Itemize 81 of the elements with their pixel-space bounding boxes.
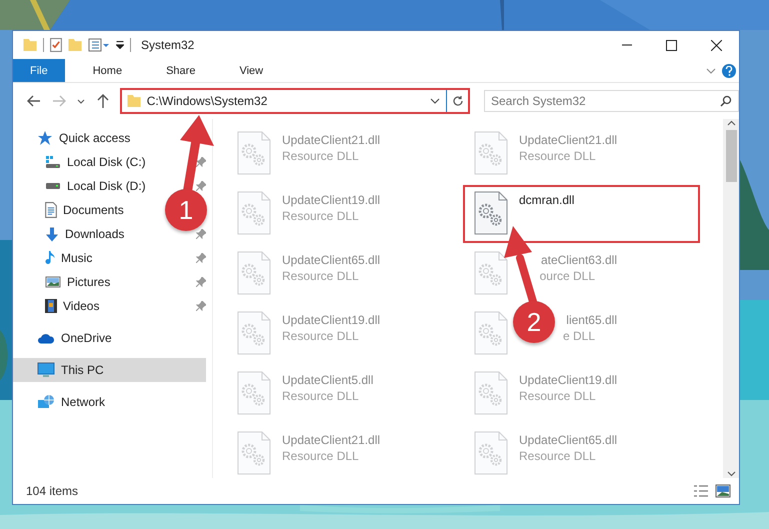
refresh-icon[interactable] [452, 95, 464, 107]
film-icon [45, 299, 57, 313]
file-gear-icon [236, 251, 272, 295]
file-gear-icon [236, 311, 272, 355]
file-type: Resource DLL [282, 449, 359, 463]
nav-item[interactable]: Downloads [65, 227, 124, 241]
nav-item[interactable]: Quick access [59, 131, 130, 145]
file-type: Resource DLL [282, 149, 359, 163]
ribbon-tab[interactable]: Share [152, 59, 210, 82]
file-type: Resource DLL [282, 329, 359, 343]
star-icon [37, 130, 53, 146]
pin-icon[interactable] [196, 253, 206, 263]
file-name[interactable]: dcmran.dll [519, 193, 574, 207]
file-gear-icon [473, 251, 509, 295]
file-type: ource DLL [540, 269, 595, 283]
maximize-icon[interactable] [666, 40, 677, 50]
monitor-icon [37, 362, 55, 378]
item-count: 104 items [26, 484, 78, 498]
drive-icon [45, 155, 61, 169]
file-type: Resource DLL [519, 149, 596, 163]
nav-item[interactable]: Videos [63, 299, 100, 313]
nav-item[interactable]: Pictures [67, 275, 110, 289]
scroll-thumb[interactable] [726, 130, 736, 182]
file-type: Resource DLL [282, 269, 359, 283]
close-icon[interactable] [711, 40, 722, 50]
document-icon [45, 202, 57, 218]
dropdown-icon[interactable] [116, 41, 124, 49]
nav-item[interactable]: OneDrive [61, 331, 112, 345]
minimize-icon[interactable] [622, 44, 632, 46]
file-gear-icon [236, 431, 272, 475]
scrollbar[interactable] [723, 119, 739, 478]
drive-icon [45, 183, 61, 189]
window-title: System32 [141, 38, 194, 52]
ribbon-tab[interactable]: File [13, 59, 65, 82]
file-type: Resource DLL [519, 389, 596, 403]
file-gear-icon [473, 311, 509, 355]
file-type: Resource DLL [519, 449, 596, 463]
help-button[interactable] [722, 64, 736, 78]
search-icon [720, 95, 732, 107]
chevron-icon[interactable] [430, 98, 440, 104]
details-view-icon[interactable] [693, 484, 709, 498]
file-gear-icon [236, 371, 272, 415]
pin-icon[interactable] [196, 181, 206, 191]
up-arrow-icon[interactable] [96, 94, 109, 108]
search-field[interactable]: Search System32 [484, 90, 739, 112]
pin-icon[interactable] [196, 277, 206, 287]
properties-icon[interactable] [88, 38, 110, 52]
nav-item[interactable]: Music [61, 251, 92, 265]
ribbon-tab[interactable]: View [225, 59, 278, 82]
caret-icon[interactable] [77, 98, 86, 104]
network-icon [37, 395, 55, 409]
large-icons-view-icon[interactable] [715, 484, 731, 498]
checklist-icon[interactable] [50, 38, 62, 52]
nav-item[interactable]: Local Disk (D:) [67, 179, 146, 193]
file-gear-icon [473, 371, 509, 415]
nav-item[interactable]: Local Disk (C:) [67, 155, 146, 169]
music-note-icon [45, 250, 55, 266]
folder-icon [23, 39, 37, 51]
scroll-up-icon[interactable] [726, 119, 736, 128]
file-gear-icon [473, 191, 509, 235]
download-icon [45, 226, 59, 242]
nav-item[interactable]: This PC [13, 358, 206, 382]
address-bar[interactable]: C:\Windows\System32 [120, 88, 470, 114]
nav-item[interactable]: Network [61, 395, 106, 409]
file-type: Resource DLL [282, 209, 359, 223]
file-gear-icon [236, 191, 272, 235]
folder-icon [126, 95, 141, 107]
file-type: e DLL [562, 329, 595, 343]
pin-icon[interactable] [196, 301, 206, 311]
pin-icon[interactable] [196, 157, 206, 167]
back-arrow-icon[interactable] [26, 95, 41, 107]
cloud-icon [37, 332, 55, 344]
file-gear-icon [473, 131, 509, 175]
file-gear-icon [236, 131, 272, 175]
picture-icon [45, 276, 61, 288]
nav-item[interactable]: Documents [63, 203, 124, 217]
file-gear-icon [473, 431, 509, 475]
ribbon-tab[interactable]: Home [78, 59, 136, 82]
pin-icon[interactable] [196, 229, 206, 239]
file-type: Resource DLL [282, 389, 359, 403]
scroll-down-icon[interactable] [726, 469, 736, 478]
